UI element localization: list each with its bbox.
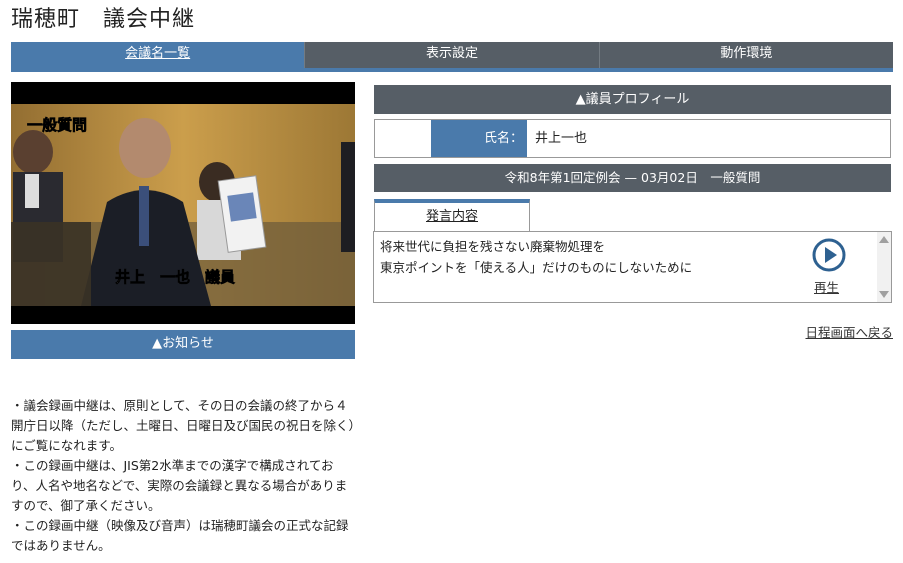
tab-environment[interactable]: 動作環境: [598, 42, 893, 68]
tab-speech-content[interactable]: 発言内容: [374, 199, 530, 231]
main-nav: 会議名一覧 表示設定 動作環境: [11, 42, 893, 72]
name-label: 氏名：: [431, 120, 527, 157]
scroll-up-icon[interactable]: [879, 236, 889, 243]
notice-text: ・議会録画中継は、原則として、その日の会議の終了から４開庁日以降（ただし、土曜日…: [11, 396, 357, 556]
person-left-head: [13, 130, 53, 174]
notice-paragraph: ・この録画中継は、JIS第2水準までの漢字で構成されており、人名や地名などで、実…: [11, 458, 348, 513]
site-title: 瑞穂町 議会中継: [11, 7, 196, 32]
video-frame: 一般質問 井上 一也 議員: [11, 82, 355, 324]
notice-paragraph: ・議会録画中継は、原則として、その日の会議の終了から４開庁日以降（ただし、土曜日…: [11, 398, 355, 453]
video-caption-name: 井上 一也 議員: [115, 268, 235, 286]
tab-meeting-list[interactable]: 会議名一覧: [11, 42, 305, 68]
meeting-title: 令和8年第1回定例会 — 03月02日 一般質問: [374, 164, 891, 192]
video-player[interactable]: 一般質問 井上 一也 議員: [11, 82, 355, 324]
name-value: 井上一也: [535, 131, 588, 146]
notice-paragraph: ・この録画中継（映像及び音声）は瑞穂町議会の正式な記録ではありません。: [11, 518, 349, 553]
site-header: 瑞穂町 議会中継: [11, 0, 893, 42]
speech-scrollbar[interactable]: [877, 232, 891, 302]
play-icon[interactable]: [811, 237, 847, 273]
video-caption-top: 一般質問: [27, 116, 87, 134]
speech-lines: 将来世代に負担を残さない廃棄物処理を 東京ポイントを「使える人」だけのものにしな…: [380, 236, 692, 278]
profile-toggle[interactable]: ▲議員プロフィール: [374, 85, 891, 114]
speech-box: 将来世代に負担を残さない廃棄物処理を 東京ポイントを「使える人」だけのものにしな…: [373, 231, 892, 303]
speech-line: 東京ポイントを「使える人」だけのものにしないために: [380, 260, 693, 275]
scroll-down-icon[interactable]: [879, 291, 889, 298]
speaker-head: [119, 118, 171, 178]
profile-box: 氏名： 井上一也: [374, 119, 891, 158]
play-button[interactable]: 再生: [814, 277, 839, 296]
speech-line: 将来世代に負担を残さない廃棄物処理を: [380, 239, 606, 254]
back-to-schedule-link[interactable]: 日程画面へ戻る: [805, 322, 893, 341]
notice-toggle[interactable]: ▲お知らせ: [11, 330, 355, 359]
tab-display-settings[interactable]: 表示設定: [304, 42, 599, 68]
